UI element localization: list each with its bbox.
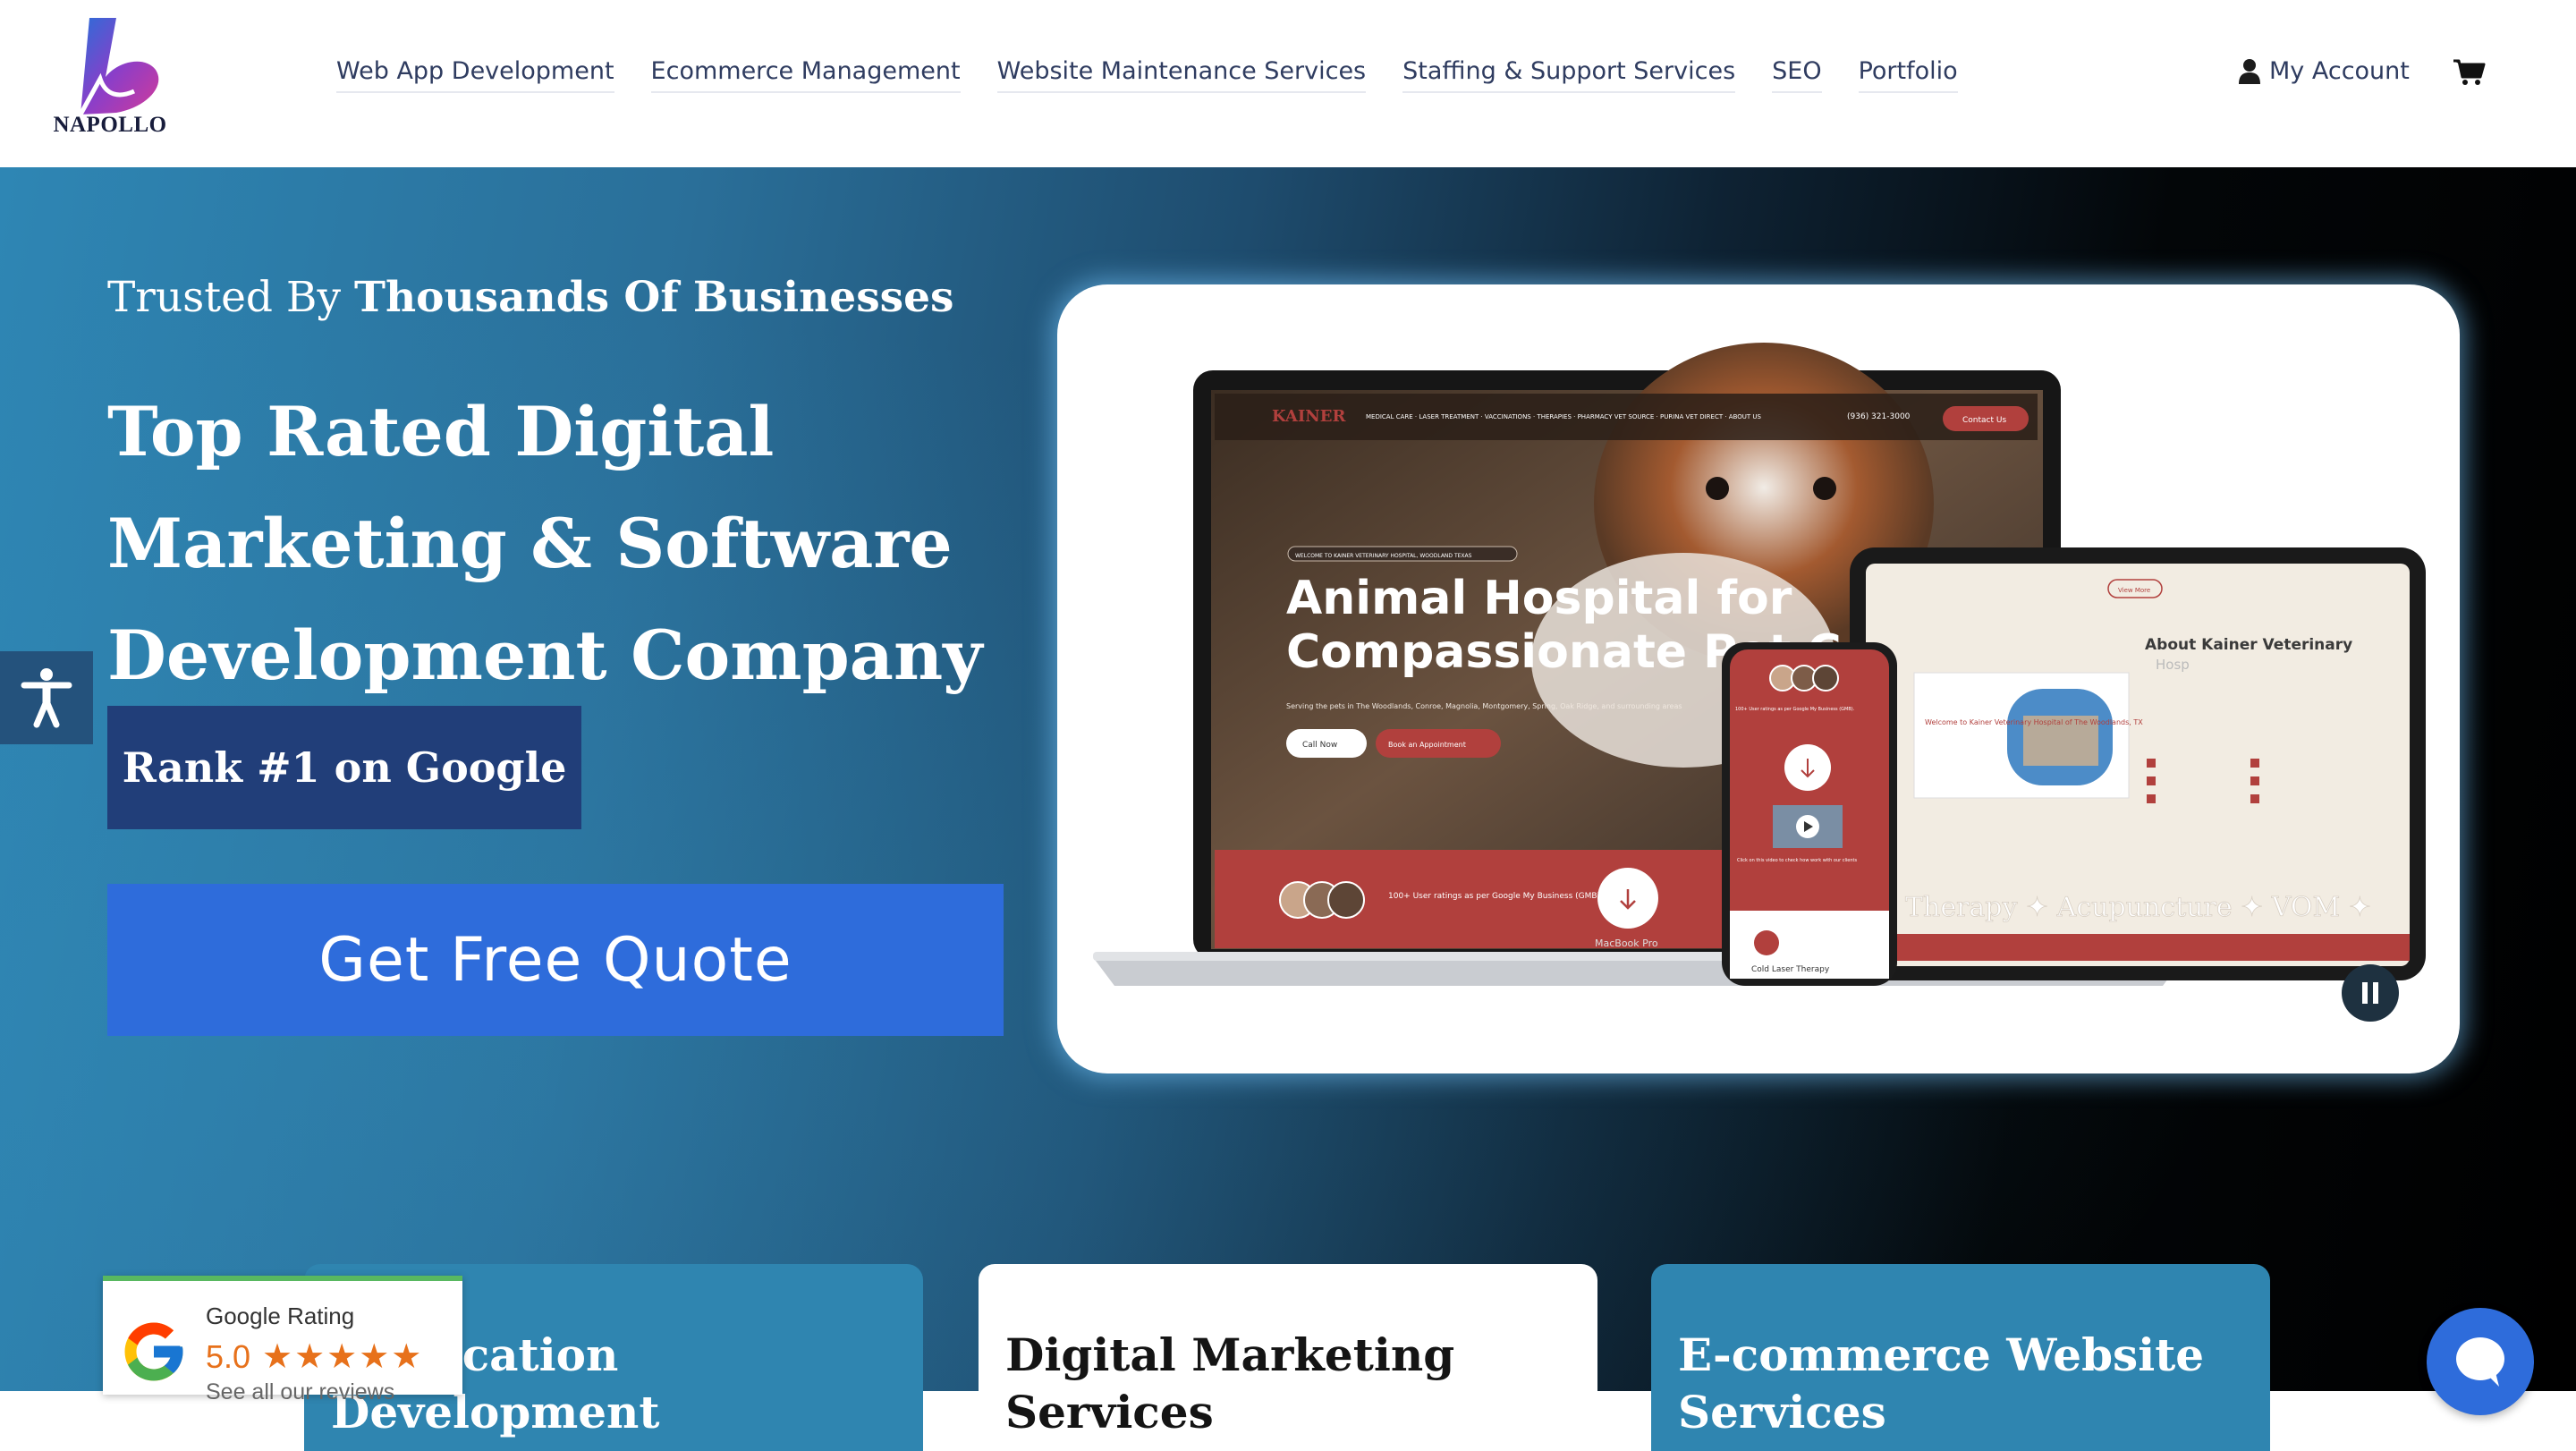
- nav-ecommerce-management[interactable]: Ecommerce Management: [650, 57, 961, 93]
- cart-icon[interactable]: [2453, 59, 2486, 86]
- laptop-nav: MEDICAL CARE · LASER TREATMENT · VACCINA…: [1366, 413, 1762, 420]
- my-account-label: My Account: [2269, 57, 2410, 85]
- laptop-ratings: 100+ User ratings as per Google My Busin…: [1388, 892, 1603, 901]
- google-rating-score: 5.0: [206, 1338, 251, 1375]
- card-title: E-commerce Website Services: [1678, 1328, 2205, 1438]
- nav-seo[interactable]: SEO: [1772, 57, 1822, 93]
- google-g-icon: [124, 1322, 183, 1381]
- google-rating-title: Google Rating: [206, 1303, 355, 1329]
- phone-caption: Click on this video to check how work wi…: [1737, 858, 1858, 863]
- card-title: Digital Marketing Services: [1005, 1328, 1455, 1438]
- trusted-tagline: Trusted By Thousands Of Businesses: [107, 273, 954, 322]
- laptop-subtitle: Serving the pets in The Woodlands, Conro…: [1286, 702, 1682, 710]
- service-card-digital-marketing[interactable]: Digital Marketing Services: [979, 1264, 1597, 1451]
- trusted-prefix: Trusted By: [107, 273, 354, 322]
- hero-headline: Top Rated Digital Marketing & Software D…: [107, 392, 983, 695]
- laptop-title-1: Animal Hospital for: [1286, 572, 1792, 625]
- google-rating-stars: ★★★★★: [262, 1336, 424, 1376]
- logo-wordmark: NAPOLLO: [53, 113, 167, 137]
- chat-bubble-icon: [2456, 1337, 2504, 1387]
- accessibility-button[interactable]: [0, 651, 93, 744]
- user-icon: [2239, 58, 2260, 84]
- tablet-about-2: Hosp: [2156, 657, 2190, 673]
- accessibility-icon: [21, 668, 72, 728]
- portfolio-showcase: KAINER MEDICAL CARE · LASER TREATMENT · …: [1057, 284, 2460, 1073]
- device-mockup-image: KAINER MEDICAL CARE · LASER TREATMENT · …: [1093, 343, 2426, 1022]
- tablet-pill: View More: [2118, 587, 2150, 594]
- nav-staffing-support[interactable]: Staffing & Support Services: [1402, 57, 1736, 93]
- tablet-ticker: Therapy ✦ Acupuncture ✦ VOM ✦: [1905, 892, 2371, 923]
- laptop-eyebrow: WELCOME TO KAINER VETERINARY HOSPITAL, W…: [1295, 553, 1472, 559]
- nav-website-maintenance[interactable]: Website Maintenance Services: [996, 57, 1367, 93]
- my-account-link[interactable]: My Account: [2239, 57, 2410, 85]
- laptop-call-now: Call Now: [1302, 741, 1337, 750]
- chat-launcher-button[interactable]: [2427, 1308, 2534, 1415]
- slider-pause-button[interactable]: [2342, 964, 2399, 1022]
- laptop-contact: Contact Us: [1962, 416, 2006, 425]
- phone-ratings: 100+ User ratings as per Google My Busin…: [1735, 707, 1855, 712]
- nav-web-app-development[interactable]: Web App Development: [336, 57, 614, 93]
- rank-google-button[interactable]: Rank #1 on Google: [107, 706, 581, 829]
- site-header: NAPOLLO Web App Development Ecommerce Ma…: [0, 0, 2576, 167]
- nav-portfolio[interactable]: Portfolio: [1858, 57, 1958, 93]
- main-nav: Web App Development Ecommerce Management…: [336, 57, 1995, 93]
- service-card-ecommerce[interactable]: E-commerce Website Services: [1651, 1264, 2270, 1451]
- google-rating-badge[interactable]: Google Rating 5.0 ★★★★★ See all our revi…: [103, 1276, 462, 1404]
- laptop-brand: KAINER: [1272, 407, 1346, 426]
- tablet-welcome: Welcome to Kainer Veterinary Hospital of…: [1925, 718, 2143, 726]
- trusted-bold: Thousands Of Businesses: [353, 273, 954, 322]
- laptop-book: Book an Appointment: [1388, 741, 1466, 749]
- tablet-about: About Kainer Veterinary: [2145, 636, 2352, 654]
- get-free-quote-button[interactable]: Get Free Quote: [107, 884, 1004, 1036]
- phone-service: Cold Laser Therapy: [1751, 965, 1830, 974]
- laptop-phone: (936) 321-3000: [1847, 412, 1911, 421]
- see-all-reviews-link[interactable]: See all our reviews: [206, 1379, 394, 1405]
- laptop-model: MacBook Pro: [1595, 938, 1658, 949]
